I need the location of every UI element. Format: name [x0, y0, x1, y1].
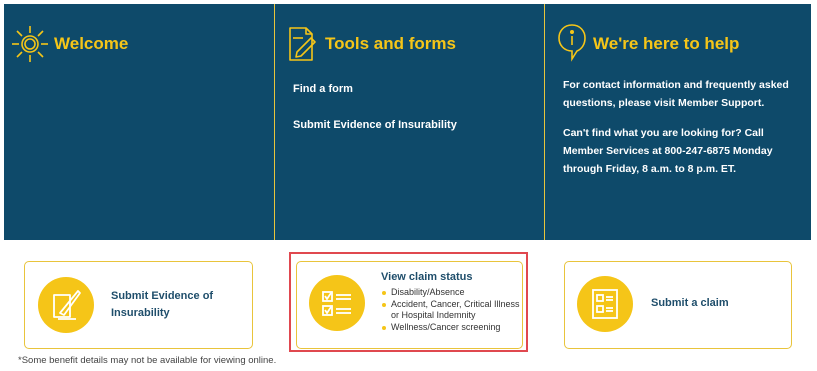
selection-highlight: [289, 252, 528, 352]
submit-evidence-card[interactable]: Submit Evidence of Insurability: [24, 261, 253, 349]
welcome-panel: Welcome: [4, 4, 274, 240]
help-title: We're here to help: [593, 34, 740, 53]
tools-panel: Tools and forms Find a form Submit Evide…: [274, 4, 545, 240]
find-form-link[interactable]: Find a form: [293, 83, 353, 95]
submit-claim-label: Submit a claim: [651, 297, 729, 309]
top-banner: Welcome Tools and forms Find a form Subm…: [4, 4, 811, 240]
submit-evidence-link[interactable]: Submit Evidence of Insurability: [293, 119, 457, 131]
tools-title: Tools and forms: [325, 34, 456, 53]
welcome-title: Welcome: [54, 34, 129, 53]
help-paragraph-support: For contact information and frequently a…: [563, 79, 789, 109]
claim-form-icon: [577, 276, 633, 332]
help-panel: We're here to help For contact informati…: [544, 4, 812, 240]
sun-icon: [10, 24, 50, 69]
info-icon: [557, 22, 587, 67]
footnote: *Some benefit details may not be availab…: [18, 355, 277, 366]
submit-claim-card[interactable]: Submit a claim: [564, 261, 792, 349]
submit-evidence-label: Submit Evidence of Insurability: [111, 290, 214, 319]
quill-document-icon: [38, 277, 94, 333]
help-paragraph-call: Can't find what you are looking for? Cal…: [563, 127, 773, 175]
document-pencil-icon: [287, 22, 321, 69]
